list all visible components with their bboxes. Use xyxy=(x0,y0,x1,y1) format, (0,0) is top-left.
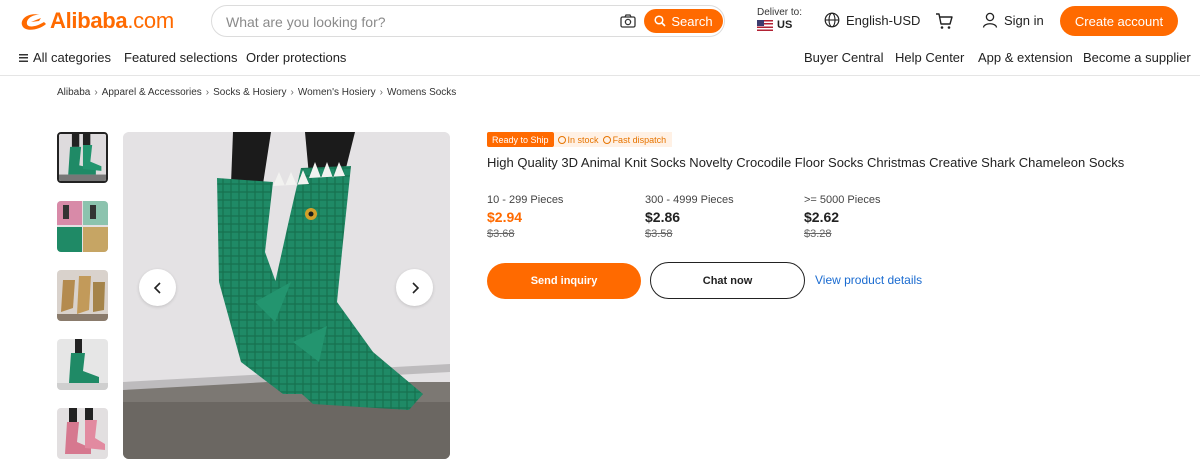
thumbnail-image[interactable] xyxy=(57,132,108,183)
breadcrumb-separator-icon: › xyxy=(379,87,384,98)
in-stock-label: In stock xyxy=(567,134,599,145)
previous-image-button[interactable] xyxy=(139,269,176,306)
nav-buyer-central[interactable]: Buyer Central xyxy=(804,50,883,65)
menu-icon xyxy=(19,54,28,62)
product-title: High Quality 3D Animal Knit Socks Novelt… xyxy=(487,155,1125,170)
search-input[interactable] xyxy=(226,12,606,32)
alibaba-logo-icon xyxy=(21,14,46,30)
deliver-country: US xyxy=(777,19,793,31)
tier-quantity: 10 - 299 Pieces xyxy=(487,194,564,206)
tier-quantity: 300 - 4999 Pieces xyxy=(645,194,734,206)
tier-original-price: $3.58 xyxy=(645,228,673,240)
language-selector[interactable]: English-USD xyxy=(824,12,920,28)
nav-featured-selections[interactable]: Featured selections xyxy=(124,50,237,65)
search-icon xyxy=(654,15,666,27)
main-product-image[interactable] xyxy=(123,132,450,459)
deliver-to-selector[interactable]: Deliver to: US xyxy=(757,7,802,31)
tier-price: $2.86 xyxy=(645,209,681,225)
send-inquiry-button[interactable]: Send inquiry xyxy=(487,263,641,299)
price-tier: 10 - 299 Pieces $2.94 $3.68 xyxy=(487,194,637,240)
camera-icon[interactable] xyxy=(620,14,636,28)
sign-in-link[interactable]: Sign in xyxy=(982,12,1044,28)
tier-price: $2.62 xyxy=(804,209,840,225)
check-circle-icon xyxy=(602,135,611,144)
breadcrumb-separator-icon: › xyxy=(290,87,294,98)
tier-original-price: $3.68 xyxy=(487,228,515,240)
sign-in-label: Sign in xyxy=(1004,12,1044,28)
breadcrumb: Alibaba › Apparel & Accessories › Socks … xyxy=(57,87,456,98)
stock-badge: In stock Fast dispatch xyxy=(553,132,673,147)
nav-app-extension[interactable]: App & extension xyxy=(978,50,1073,65)
alibaba-logo[interactable]: Alibaba.com xyxy=(18,8,174,34)
chevron-left-icon xyxy=(153,281,161,294)
thumbnail-image[interactable] xyxy=(57,408,108,459)
nav-help-center[interactable]: Help Center xyxy=(895,50,964,65)
user-icon xyxy=(982,12,998,28)
chevron-right-icon xyxy=(411,281,419,294)
tier-price: $2.94 xyxy=(487,209,523,225)
nav-all-categories[interactable]: All categories xyxy=(19,50,111,65)
breadcrumb-item[interactable]: Apparel & Accessories xyxy=(102,87,202,98)
thumbnail-image[interactable] xyxy=(57,270,108,321)
ready-to-ship-badge: Ready to Ship xyxy=(487,132,554,147)
search-bar: Search xyxy=(211,5,725,37)
thumbnail-image[interactable] xyxy=(57,201,108,252)
search-button[interactable]: Search xyxy=(644,9,723,33)
language-label: English-USD xyxy=(846,12,921,28)
nav-order-protections[interactable]: Order protections xyxy=(246,50,346,65)
nav-become-supplier[interactable]: Become a supplier xyxy=(1083,50,1191,65)
breadcrumb-item[interactable]: Womens Socks xyxy=(387,87,456,98)
thumbnail-image[interactable] xyxy=(57,339,108,390)
create-account-button[interactable]: Create account xyxy=(1060,6,1178,36)
breadcrumb-separator-icon: › xyxy=(205,87,210,98)
tier-quantity: >= 5000 Pieces xyxy=(804,194,881,206)
tier-original-price: $3.28 xyxy=(804,228,832,240)
cart-icon[interactable] xyxy=(935,12,953,30)
search-button-label: Search xyxy=(671,13,713,29)
breadcrumb-item[interactable]: Socks & Hosiery xyxy=(213,87,286,98)
fast-dispatch-label: Fast dispatch xyxy=(612,134,667,145)
brand-suffix: .com xyxy=(127,8,174,33)
product-badges: Ready to Ship In stock Fast dispatch xyxy=(487,132,673,147)
breadcrumb-item[interactable]: Women's Hosiery xyxy=(298,87,376,98)
check-circle-icon xyxy=(557,135,566,144)
top-bar: Alibaba.com Search Deliver to: US Englis… xyxy=(0,0,1200,42)
view-product-details-link[interactable]: View product details xyxy=(815,273,922,287)
price-tier: >= 5000 Pieces $2.62 $3.28 xyxy=(804,194,954,240)
breadcrumb-separator-icon: › xyxy=(94,87,98,98)
globe-icon xyxy=(824,12,840,28)
chat-now-button[interactable]: Chat now xyxy=(650,262,805,299)
us-flag-icon xyxy=(757,19,773,31)
deliver-label: Deliver to: xyxy=(757,7,803,18)
brand-name: Alibaba xyxy=(50,8,128,33)
price-tier: 300 - 4999 Pieces $2.86 $3.58 xyxy=(645,194,795,240)
breadcrumb-item[interactable]: Alibaba xyxy=(57,87,90,98)
nav-bar: All categories Featured selections Order… xyxy=(0,42,1200,76)
next-image-button[interactable] xyxy=(396,269,433,306)
